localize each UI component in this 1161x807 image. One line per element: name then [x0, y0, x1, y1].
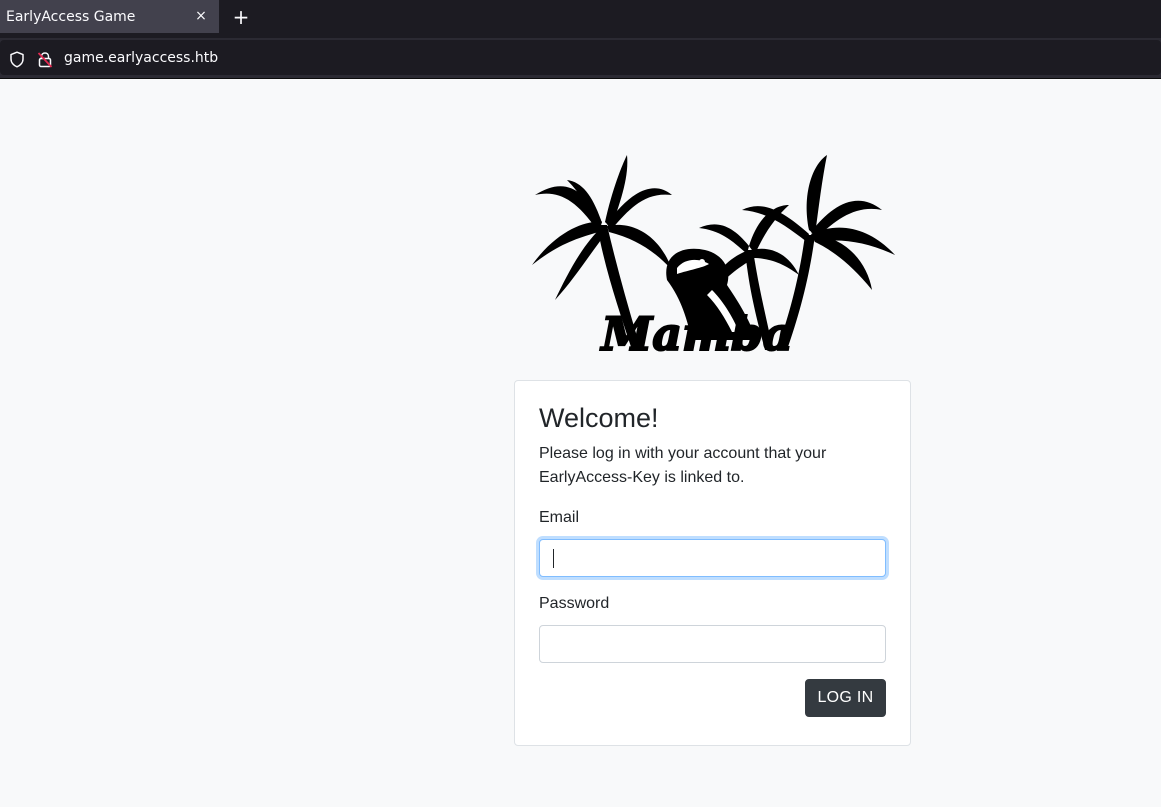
tab-bar: EarlyAccess Game × +	[0, 0, 1161, 38]
page-title: Welcome!	[539, 403, 659, 433]
url-text[interactable]: game.earlyaccess.htb	[64, 50, 218, 66]
browser-tab[interactable]: EarlyAccess Game ×	[0, 0, 219, 33]
login-card: Welcome! Please log in with your account…	[514, 380, 911, 746]
page-content: Mamba Welcome! Please log in with your a…	[0, 80, 1161, 807]
email-field[interactable]	[539, 539, 886, 577]
url-bar[interactable]: game.earlyaccess.htb	[0, 40, 1161, 75]
password-label: Password	[539, 595, 610, 612]
close-icon[interactable]: ×	[193, 8, 209, 24]
password-field[interactable]	[539, 625, 886, 663]
login-description: Please log in with your account that you…	[539, 445, 827, 486]
text-caret	[553, 549, 554, 568]
lock-insecure-icon[interactable]	[37, 51, 53, 68]
tab-title: EarlyAccess Game	[6, 8, 136, 25]
shield-icon[interactable]	[9, 51, 25, 68]
login-button[interactable]: LOG IN	[805, 679, 886, 717]
navigation-bar: game.earlyaccess.htb	[0, 38, 1161, 79]
logo-text: Mamba	[599, 307, 792, 356]
email-label: Email	[539, 509, 580, 526]
mamba-logo: Mamba	[532, 155, 895, 356]
plus-icon[interactable]: +	[229, 5, 253, 29]
